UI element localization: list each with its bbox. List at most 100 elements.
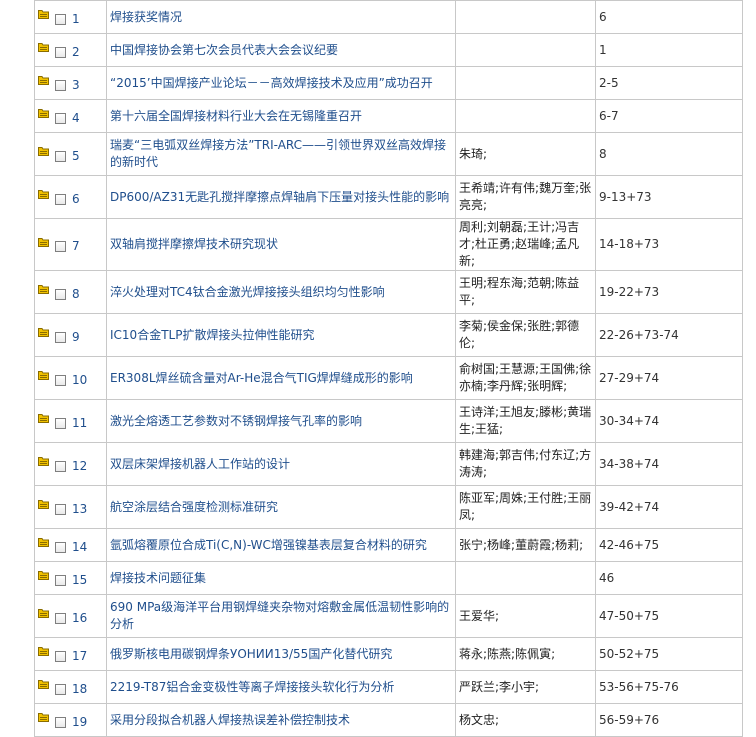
article-number: 15 [72,572,88,587]
folder-icon[interactable] [38,325,49,337]
article-row: 15 焊接技术问题征集 46 [34,561,743,595]
row-select-checkbox[interactable] [55,331,66,343]
article-pages: 6 [595,0,743,34]
folder-icon[interactable] [38,497,49,509]
article-title-link[interactable]: 俄罗斯核电用碳钢焊条УОНИИ13/55国产化替代研究 [106,637,456,671]
row-controls: 17 [34,637,107,671]
folder-icon[interactable] [38,644,49,656]
article-pages: 50-52+75 [595,637,743,671]
folder-icon[interactable] [38,73,49,85]
article-row: 5 瑞麦“三电弧双丝焊接方法”TRI-ARC——引领世界双丝高效焊接的新时代 朱琦;… [34,132,743,176]
article-row: 11 激光全熔透工艺参数对不锈钢焊接气孔率的影响 王诗洋;王旭友;滕彬;黄瑞生;王猛… [34,399,743,443]
article-authors: 王爱华; [455,594,596,638]
row-select-checkbox[interactable] [55,716,66,728]
folder-icon[interactable] [38,454,49,466]
row-select-checkbox[interactable] [55,612,66,624]
article-title-link[interactable]: 焊接获奖情况 [106,0,456,34]
article-pages: 53-56+75-76 [595,670,743,704]
article-number: 18 [72,681,88,696]
article-authors: 张宁;杨峰;董蔚霞;杨莉; [455,528,596,562]
row-select-checkbox[interactable] [55,541,66,553]
row-select-checkbox[interactable] [55,574,66,586]
article-title-link[interactable]: 采用分段拟合机器人焊接热误差补偿控制技术 [106,703,456,737]
article-number: 13 [72,501,88,516]
article-title-link[interactable]: 瑞麦“三电弧双丝焊接方法”TRI-ARC——引领世界双丝高效焊接的新时代 [106,132,456,176]
article-title-link[interactable]: DP600/AZ31无匙孔搅拌摩擦点焊轴肩下压量对接头性能的影响 [106,175,456,219]
article-number: 5 [72,148,80,163]
row-controls: 4 [34,99,107,133]
article-row: 6 DP600/AZ31无匙孔搅拌摩擦点焊轴肩下压量对接头性能的影响 王希靖;许有伟… [34,175,743,219]
article-number: 3 [72,77,80,92]
article-title-link[interactable]: 双轴肩搅拌摩擦焊技术研究现状 [106,218,456,271]
article-authors: 王诗洋;王旭友;滕彬;黄瑞生;王猛; [455,399,596,443]
article-title-link[interactable]: 690 MPa级海洋平台用钢焊缝夹杂物对熔敷金属低温韧性影响的分析 [106,594,456,638]
folder-icon[interactable] [38,606,49,618]
folder-icon[interactable] [38,568,49,580]
article-authors: 严跃兰;李小宇; [455,670,596,704]
article-pages: 46 [595,561,743,595]
folder-icon[interactable] [38,368,49,380]
article-row: 7 双轴肩搅拌摩擦焊技术研究现状 周利;刘朝磊;王计;冯吉才;杜正勇;赵瑞峰;孟凡新… [34,218,743,271]
folder-icon[interactable] [38,677,49,689]
folder-icon[interactable] [38,411,49,423]
article-authors [455,33,596,67]
article-number: 12 [72,458,88,473]
row-controls: 15 [34,561,107,595]
folder-icon[interactable] [38,235,49,247]
article-title-link[interactable]: “2015’中国焊接产业论坛－－高效焊接技术及应用”成功召开 [106,66,456,100]
row-select-checkbox[interactable] [55,503,66,515]
article-row: 10 ER308L焊丝硫含量对Ar-He混合气TIG焊焊缝成形的影响 俞树国;王慧源… [34,356,743,400]
folder-icon[interactable] [38,282,49,294]
article-authors: 俞树国;王慧源;王国佛;徐亦楠;李丹辉;张明辉; [455,356,596,400]
article-title-link[interactable]: 双层床架焊接机器人工作站的设计 [106,442,456,486]
row-select-checkbox[interactable] [55,46,66,58]
article-title-link[interactable]: 焊接技术问题征集 [106,561,456,595]
row-select-checkbox[interactable] [55,193,66,205]
row-select-checkbox[interactable] [55,13,66,25]
row-select-checkbox[interactable] [55,650,66,662]
article-authors [455,0,596,34]
article-row: 4 第十六届全国焊接材料行业大会在无锡隆重召开 6-7 [34,99,743,133]
article-pages: 2-5 [595,66,743,100]
article-title-link[interactable]: 航空涂层结合强度检测标准研究 [106,485,456,529]
article-number: 6 [72,191,80,206]
row-controls: 3 [34,66,107,100]
article-authors [455,66,596,100]
article-authors: 陈亚军;周姝;王付胜;王丽凤; [455,485,596,529]
article-pages: 6-7 [595,99,743,133]
row-controls: 19 [34,703,107,737]
article-number: 16 [72,610,88,625]
row-controls: 11 [34,399,107,443]
row-select-checkbox[interactable] [55,112,66,124]
folder-icon[interactable] [38,106,49,118]
folder-icon[interactable] [38,187,49,199]
article-title-link[interactable]: 第十六届全国焊接材料行业大会在无锡隆重召开 [106,99,456,133]
folder-icon[interactable] [38,7,49,19]
folder-icon[interactable] [38,144,49,156]
folder-icon[interactable] [38,535,49,547]
article-title-link[interactable]: IC10合金TLP扩散焊接头拉伸性能研究 [106,313,456,357]
article-pages: 8 [595,132,743,176]
row-controls: 9 [34,313,107,357]
folder-icon[interactable] [38,40,49,52]
row-controls: 8 [34,270,107,314]
article-title-link[interactable]: 中国焊接协会第七次会员代表大会会议纪要 [106,33,456,67]
row-select-checkbox[interactable] [55,79,66,91]
row-select-checkbox[interactable] [55,288,66,300]
article-title-link[interactable]: 2219-T87铝合金变极性等离子焊接接头软化行为分析 [106,670,456,704]
article-list-table: 1 焊接获奖情况 6 2 中国焊接协会第七次会员代表大会会议纪要 1 3 “2015’中国焊接… [34,0,743,737]
row-select-checkbox[interactable] [55,241,66,252]
article-title-link[interactable]: 氩弧熔覆原位合成Ti(C,N)-WC增强镍基表层复合材料的研究 [106,528,456,562]
article-title-link[interactable]: 激光全熔透工艺参数对不锈钢焊接气孔率的影响 [106,399,456,443]
row-controls: 13 [34,485,107,529]
article-row: 16 690 MPa级海洋平台用钢焊缝夹杂物对熔敷金属低温韧性影响的分析 王爱华; 4… [34,594,743,638]
row-select-checkbox[interactable] [55,683,66,695]
article-title-link[interactable]: ER308L焊丝硫含量对Ar-He混合气TIG焊焊缝成形的影响 [106,356,456,400]
article-title-link[interactable]: 淬火处理对TC4钛合金激光焊接接头组织均匀性影响 [106,270,456,314]
row-select-checkbox[interactable] [55,374,66,386]
row-select-checkbox[interactable] [55,150,66,162]
row-select-checkbox[interactable] [55,460,66,472]
row-select-checkbox[interactable] [55,417,66,429]
row-controls: 10 [34,356,107,400]
article-row: 3 “2015’中国焊接产业论坛－－高效焊接技术及应用”成功召开 2-5 [34,66,743,100]
